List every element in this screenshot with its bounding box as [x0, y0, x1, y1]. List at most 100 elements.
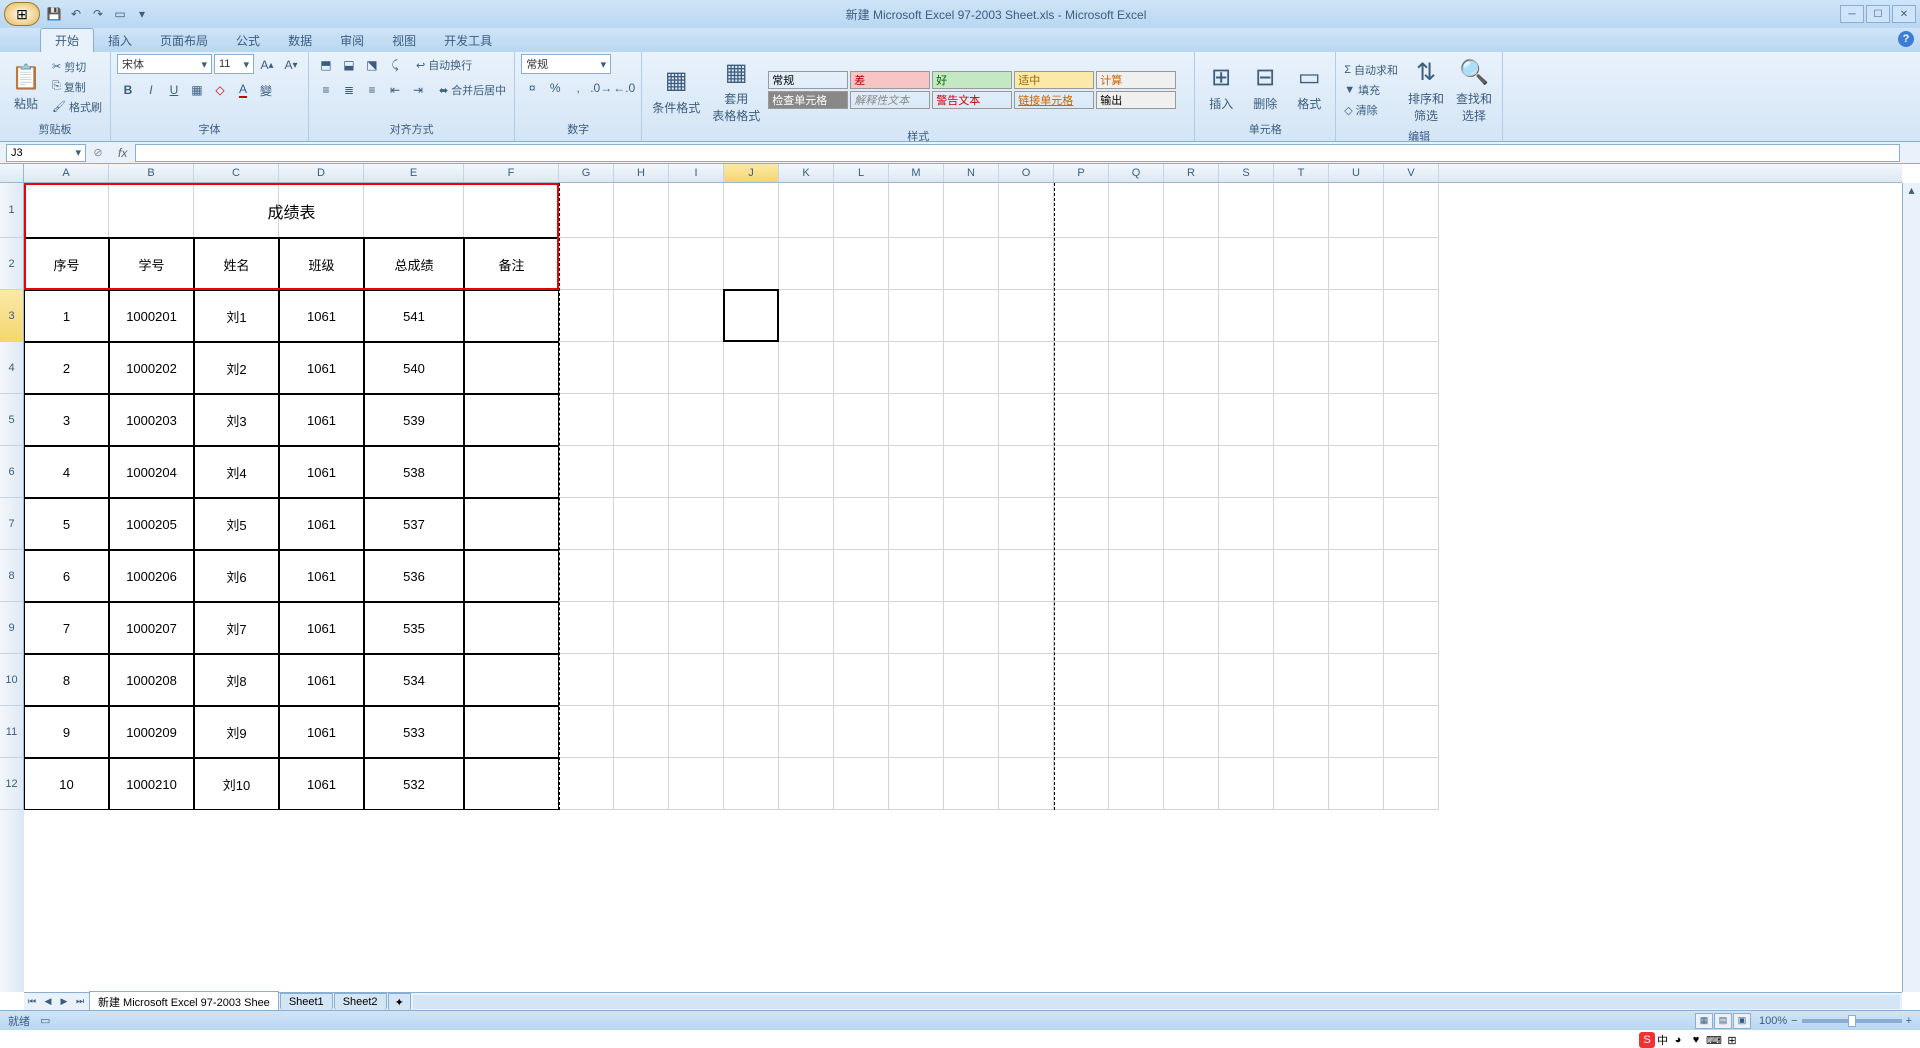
cell-S11[interactable] [1219, 706, 1274, 758]
font-name-combo[interactable]: 宋体▾ [117, 54, 212, 74]
cell-N2[interactable] [944, 238, 999, 290]
cell-J9[interactable] [724, 602, 779, 654]
underline-button[interactable]: U [163, 79, 185, 101]
tray-icon-2[interactable]: ♥ [1688, 1032, 1704, 1048]
table-cell-r9-c1[interactable]: 1000207 [109, 602, 194, 654]
grow-font-button[interactable]: A▴ [256, 54, 278, 76]
cell-M11[interactable] [889, 706, 944, 758]
tab-layout[interactable]: 页面布局 [146, 29, 222, 52]
table-cell-r7-c2[interactable]: 刘5 [194, 498, 279, 550]
cell-V5[interactable] [1384, 394, 1439, 446]
cell-P3[interactable] [1054, 290, 1109, 342]
cell-L8[interactable] [834, 550, 889, 602]
scroll-up-icon[interactable]: ▴ [1903, 183, 1920, 199]
table-cell-r6-c3[interactable]: 1061 [279, 446, 364, 498]
table-cell-r12-c5[interactable] [464, 758, 559, 810]
zoom-level[interactable]: 100% [1759, 1015, 1787, 1027]
cell-L9[interactable] [834, 602, 889, 654]
cell-Q5[interactable] [1109, 394, 1164, 446]
col-header-K[interactable]: K [779, 164, 834, 182]
cell-G1[interactable] [559, 183, 614, 238]
indent-dec-button[interactable]: ⇤ [384, 79, 406, 101]
horizontal-scrollbar[interactable] [413, 995, 1900, 1009]
table-cell-r12-c3[interactable]: 1061 [279, 758, 364, 810]
cell-U6[interactable] [1329, 446, 1384, 498]
cell-T11[interactable] [1274, 706, 1329, 758]
comma-button[interactable]: , [567, 77, 589, 99]
row-header-3[interactable]: 3 [0, 290, 24, 342]
cell-L3[interactable] [834, 290, 889, 342]
table-cell-r3-c1[interactable]: 1000201 [109, 290, 194, 342]
table-cell-r5-c3[interactable]: 1061 [279, 394, 364, 446]
cell-N3[interactable] [944, 290, 999, 342]
minimize-button[interactable]: ─ [1840, 5, 1864, 23]
table-cell-r10-c5[interactable] [464, 654, 559, 706]
cell-N5[interactable] [944, 394, 999, 446]
format-painter-button[interactable]: 🖌格式刷 [50, 98, 104, 116]
cell-O7[interactable] [999, 498, 1054, 550]
cell-U3[interactable] [1329, 290, 1384, 342]
delete-cells-button[interactable]: ⊟删除 [1245, 59, 1285, 114]
cell-P7[interactable] [1054, 498, 1109, 550]
col-header-U[interactable]: U [1329, 164, 1384, 182]
cell-M8[interactable] [889, 550, 944, 602]
col-header-N[interactable]: N [944, 164, 999, 182]
cell-P11[interactable] [1054, 706, 1109, 758]
table-cell-r8-c3[interactable]: 1061 [279, 550, 364, 602]
cell-M2[interactable] [889, 238, 944, 290]
cell-N11[interactable] [944, 706, 999, 758]
tab-nav-prev[interactable]: ◀ [40, 994, 56, 1010]
table-header-4[interactable]: 总成绩 [364, 238, 464, 290]
qat-undo[interactable]: ↶ [66, 4, 86, 24]
cell-M4[interactable] [889, 342, 944, 394]
table-cell-r8-c1[interactable]: 1000206 [109, 550, 194, 602]
cell-T3[interactable] [1274, 290, 1329, 342]
cell-H4[interactable] [614, 342, 669, 394]
cell-Q4[interactable] [1109, 342, 1164, 394]
cell-U2[interactable] [1329, 238, 1384, 290]
table-cell-r4-c1[interactable]: 1000202 [109, 342, 194, 394]
cell-P1[interactable] [1054, 183, 1109, 238]
style-check[interactable]: 检查单元格 [768, 91, 848, 109]
cell-J12[interactable] [724, 758, 779, 810]
table-cell-r11-c3[interactable]: 1061 [279, 706, 364, 758]
border-button[interactable]: ▦ [186, 79, 208, 101]
row-header-4[interactable]: 4 [0, 342, 24, 394]
help-button[interactable]: ? [1898, 31, 1914, 47]
cell-O5[interactable] [999, 394, 1054, 446]
align-center-button[interactable]: ≣ [338, 79, 360, 101]
cell-G12[interactable] [559, 758, 614, 810]
cell-U10[interactable] [1329, 654, 1384, 706]
table-header-0[interactable]: 序号 [24, 238, 109, 290]
align-top-button[interactable]: ⬒ [315, 54, 337, 76]
inc-decimal-button[interactable]: .0→ [590, 77, 612, 99]
cell-K4[interactable] [779, 342, 834, 394]
cell-Q12[interactable] [1109, 758, 1164, 810]
table-cell-r3-c3[interactable]: 1061 [279, 290, 364, 342]
cell-L7[interactable] [834, 498, 889, 550]
cell-H9[interactable] [614, 602, 669, 654]
cell-K12[interactable] [779, 758, 834, 810]
tray-icon-1[interactable]: ◕ [1670, 1032, 1686, 1048]
table-header-3[interactable]: 班级 [279, 238, 364, 290]
cell-Q2[interactable] [1109, 238, 1164, 290]
cell-grid[interactable]: 成绩表序号学号姓名班级总成绩备注11000201刘110615412100020… [24, 183, 1902, 992]
paste-button[interactable]: 📋 粘贴 [6, 59, 46, 114]
cell-M6[interactable] [889, 446, 944, 498]
cell-M7[interactable] [889, 498, 944, 550]
cell-V4[interactable] [1384, 342, 1439, 394]
cell-R5[interactable] [1164, 394, 1219, 446]
cell-R11[interactable] [1164, 706, 1219, 758]
table-cell-r8-c0[interactable]: 6 [24, 550, 109, 602]
format-as-table-button[interactable]: ▦ 套用 表格格式 [708, 54, 764, 126]
indent-inc-button[interactable]: ⇥ [407, 79, 429, 101]
cell-P12[interactable] [1054, 758, 1109, 810]
table-cell-r7-c1[interactable]: 1000205 [109, 498, 194, 550]
cell-H1[interactable] [614, 183, 669, 238]
style-bad[interactable]: 差 [850, 71, 930, 89]
cell-H3[interactable] [614, 290, 669, 342]
table-cell-r9-c2[interactable]: 刘7 [194, 602, 279, 654]
tab-nav-next[interactable]: ▶ [56, 994, 72, 1010]
merge-center-button[interactable]: ⬌合并后居中 [437, 79, 508, 101]
maximize-button[interactable]: ☐ [1866, 5, 1890, 23]
